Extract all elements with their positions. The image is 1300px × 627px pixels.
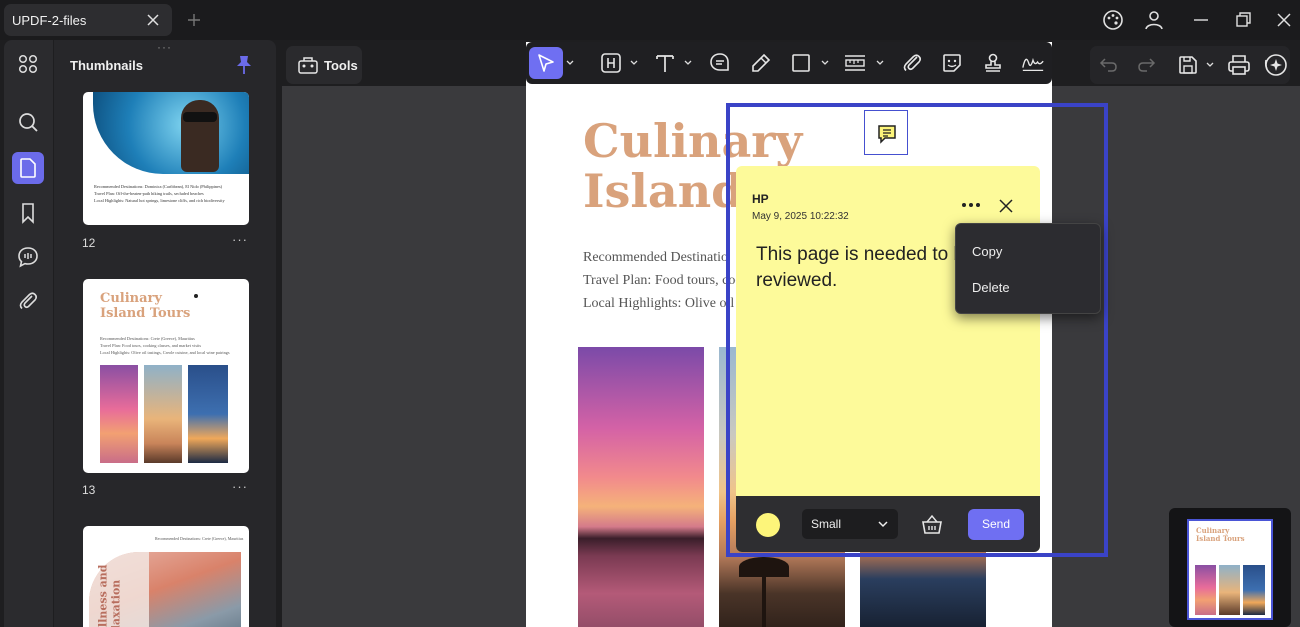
thumbnail-line: Local Highlights: Natural hot springs, l… [94,198,225,203]
stamp-icon[interactable] [981,51,1005,75]
title-bar: UPDF-2-files [0,0,1300,40]
ai-assistant-icon[interactable] [1263,52,1289,78]
bookmark-icon[interactable] [12,197,44,229]
thumbnail-line: Recommended Destinations: Dominica (Cari… [94,184,223,189]
close-icon[interactable] [144,11,162,29]
sticky-note-marker[interactable] [864,110,908,155]
thumbnail-line: Local Highlights: Olive oil tastings, Cr… [100,350,230,355]
attachment-icon[interactable] [12,285,44,317]
send-button[interactable]: Send [968,509,1024,540]
tab-title: UPDF-2-files [12,13,87,28]
plus-icon[interactable] [185,11,203,29]
thumbnail-page-12[interactable]: Recommended Destinations: Dominica (Cari… [83,92,249,225]
user-icon[interactable] [1143,9,1165,31]
right-toolbar [1090,46,1290,84]
annotation-toolbar [526,42,1052,84]
panel-title: Thumbnails [70,58,143,73]
highlight-icon[interactable] [599,51,623,75]
palette-icon[interactable] [1102,9,1124,31]
restore-icon[interactable] [1232,9,1254,31]
measure-icon[interactable] [843,51,867,75]
page-text-line: Recommended Destinatio [583,250,729,265]
page-more-button[interactable]: ··· [232,479,248,494]
page-number: 12 [82,236,96,250]
thumbnail-image: Wellness and Relaxation [89,552,241,627]
chevron-down-icon[interactable] [630,60,638,66]
grid-icon[interactable] [12,48,44,80]
thumbnail-image [100,365,138,463]
attachment-icon[interactable] [900,51,924,75]
left-rail [4,40,53,627]
pages-icon[interactable] [12,152,44,184]
note-footer: Small Send [736,496,1040,552]
note-date: May 9, 2025 10:22:32 [752,211,849,222]
context-menu: Copy Delete [955,223,1101,314]
shape-icon[interactable] [789,51,813,75]
size-value: Small [811,517,842,531]
select-tool[interactable] [529,47,563,79]
thumbnail-title: Island Tours [100,306,191,321]
page-number: 13 [82,483,96,497]
chevron-down-icon[interactable] [1206,62,1214,68]
thumbnails-panel: ··· Thumbnails Recommended Destinations:… [54,40,276,627]
pen-icon[interactable] [749,51,773,75]
note-icon[interactable] [708,51,732,75]
panel-resize-handle[interactable]: ··· [157,40,172,54]
thumbnail-line: Recommended Destinations: Crete (Greece)… [155,536,244,541]
tools-button[interactable]: Tools [286,46,362,84]
sticker-icon[interactable] [940,51,964,75]
font-size-select[interactable]: Small [802,509,898,539]
chevron-down-icon[interactable] [821,60,829,66]
signature-icon[interactable] [1021,51,1045,75]
thumbnail-image [144,365,182,463]
clear-icon[interactable] [920,512,944,536]
thumbnail-line: Travel Plan: Off-the-beaten-path hiking … [94,191,204,196]
thumbnail-page-14[interactable]: Recommended Destinations: Crete (Greece)… [83,526,249,627]
thumbnail-line: Recommended Destinations: Crete (Greece)… [100,336,195,341]
chevron-down-icon [878,520,888,528]
chevron-down-icon[interactable] [876,60,884,66]
menu-item-delete[interactable]: Delete [972,280,1010,295]
thumbnail-title: Wellness and [96,564,110,627]
thumbnail-line: Travel Plan: Food tours, cooking classes… [100,343,202,348]
thumbnail-title: Relaxation [109,579,123,627]
thumbnail-image [93,92,249,174]
page-text-line: Travel Plan: Food tours, coo [583,273,743,288]
close-window-icon[interactable] [1273,9,1295,31]
note-author: HP [752,192,769,206]
pin-icon[interactable] [234,54,254,76]
chevron-down-icon[interactable] [566,60,574,66]
comment-icon[interactable] [12,241,44,273]
save-icon[interactable] [1177,54,1199,76]
color-picker[interactable] [756,513,780,537]
document-tab[interactable]: UPDF-2-files [4,4,172,36]
text-icon[interactable] [653,51,677,75]
page-more-button[interactable]: ··· [232,232,248,247]
minimap-page: Culinary Island Tours [1187,519,1273,620]
page-text-line: Local Highlights: Olive oil ta [583,296,748,311]
thumbnail-image [188,365,228,463]
close-icon[interactable] [998,198,1014,214]
page-minimap[interactable]: Culinary Island Tours [1169,508,1291,627]
thumbnail-page-13[interactable]: Culinary Island Tours Recommended Destin… [83,279,249,473]
note-icon [876,123,898,145]
search-icon[interactable] [12,106,44,138]
redo-icon[interactable] [1136,55,1156,75]
toolbox-icon [297,54,319,76]
thumbnail-title: Culinary [100,291,162,306]
minimize-icon[interactable] [1190,9,1212,31]
cursor-icon [536,53,556,73]
chevron-down-icon[interactable] [684,60,692,66]
more-options-button[interactable] [958,196,984,214]
tools-label: Tools [324,58,358,73]
undo-icon[interactable] [1099,55,1119,75]
minimap-title: Island Tours [1196,534,1245,543]
sunset-image [578,347,704,627]
menu-item-copy[interactable]: Copy [972,244,1002,259]
print-icon[interactable] [1227,53,1251,77]
